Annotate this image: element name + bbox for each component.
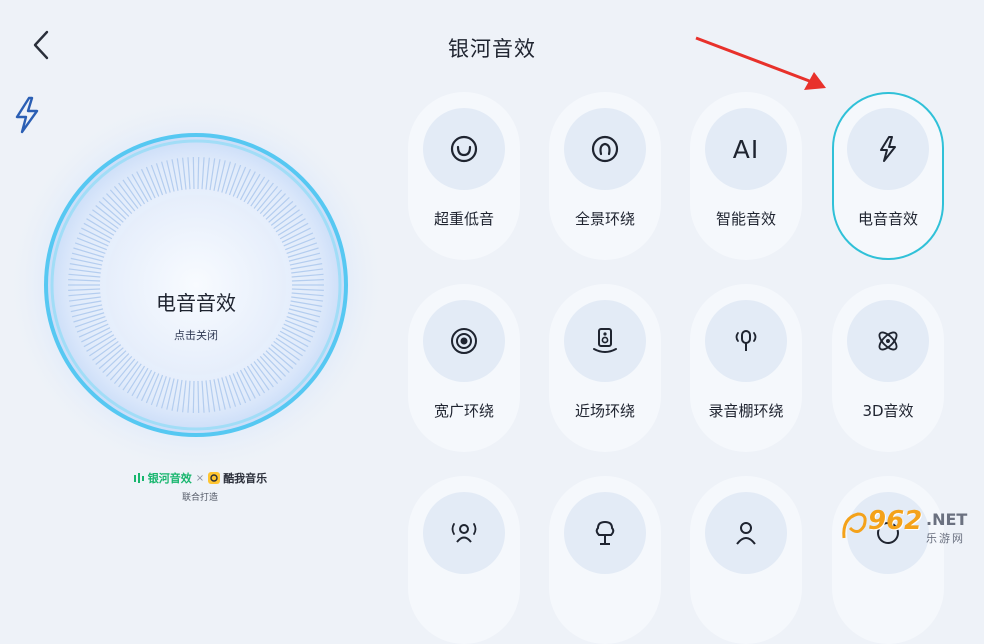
dial-close-link[interactable]: 点击关闭 — [10, 327, 382, 343]
tree-icon — [595, 520, 615, 545]
credit-subtitle: 联合打造 — [181, 493, 218, 503]
tile-label: 电音音效 — [857, 210, 918, 228]
smile-ring-icon — [450, 135, 478, 163]
tile-label: 近场环绕 — [574, 402, 635, 420]
site-watermark: 962 .NET 乐游网 — [840, 500, 984, 554]
brand-galaxy: 银河音效 — [147, 472, 192, 485]
effect-tile-3d[interactable]: 3D音效 — [832, 284, 944, 452]
credit-separator: × — [195, 472, 205, 484]
galaxy-logo-icon — [133, 473, 144, 483]
effect-tile-wide[interactable]: 宽广环绕 — [408, 284, 520, 452]
ai-text-icon: AI — [732, 134, 760, 164]
tile-icon-circle — [423, 108, 505, 190]
tile-label: 3D音效 — [862, 402, 914, 420]
effect-tile-smart[interactable]: AI 智能音效 — [690, 92, 802, 260]
tile-icon-circle — [423, 300, 505, 382]
annotation-arrow — [695, 36, 826, 90]
partnership-credit: 银河音效 × 酷我音乐 联合打造 — [130, 470, 270, 503]
swirl-logo-icon — [842, 512, 867, 539]
effect-tile-bass[interactable]: 超重低音 — [408, 92, 520, 260]
tile-icon-circle — [705, 300, 787, 382]
tile-icon-circle — [564, 492, 646, 574]
wide-target-icon — [451, 328, 477, 354]
dial-tick — [197, 380, 200, 413]
tile-icon-circle — [564, 300, 646, 382]
tile-icon-circle — [847, 108, 929, 190]
lightning-icon — [880, 136, 896, 162]
speaker-icon — [593, 328, 617, 353]
effect-tile-row3-1[interactable] — [408, 476, 520, 644]
effect-tile-electronic[interactable]: 电音音效 — [832, 92, 944, 260]
tile-icon-circle — [705, 492, 787, 574]
brand-kuwo: 酷我音乐 — [223, 472, 268, 485]
atom-3d-icon — [878, 331, 898, 351]
surround-ring-icon — [591, 135, 619, 163]
effect-tile-panorama[interactable]: 全景环绕 — [549, 92, 661, 260]
effect-tile-studio[interactable]: 录音棚环绕 — [690, 284, 802, 452]
watermark-suffix: .NET — [926, 510, 968, 529]
watermark-cn: 乐游网 — [926, 532, 965, 545]
tile-icon-circle: AI — [705, 108, 787, 190]
microphone-icon — [735, 330, 757, 351]
tile-label: 智能音效 — [715, 210, 776, 228]
effect-tile-row3-2[interactable] — [549, 476, 661, 644]
lightning-icon — [15, 96, 39, 134]
dial-effect-label: 电音音效 — [156, 291, 236, 315]
tile-label: 超重低音 — [433, 210, 494, 228]
watermark-number: 962 — [868, 506, 923, 536]
tile-icon-circle — [423, 492, 505, 574]
dial-tick — [192, 380, 195, 413]
dial-tick — [192, 157, 195, 190]
effect-tile-nearfield[interactable]: 近场环绕 — [549, 284, 661, 452]
tile-label: 宽广环绕 — [433, 402, 494, 420]
kuwo-logo-icon — [208, 472, 221, 484]
tile-label: 录音棚环绕 — [708, 402, 784, 420]
tile-label: 全景环绕 — [574, 210, 635, 228]
effect-dial[interactable]: 电音音效 点击关闭 — [10, 95, 410, 495]
person-icon — [736, 522, 756, 545]
tile-icon-circle — [847, 300, 929, 382]
dial-tick — [197, 157, 200, 190]
tile-icon-circle — [564, 108, 646, 190]
person-waves-icon — [451, 523, 477, 543]
effect-tile-row3-3[interactable] — [690, 476, 802, 644]
